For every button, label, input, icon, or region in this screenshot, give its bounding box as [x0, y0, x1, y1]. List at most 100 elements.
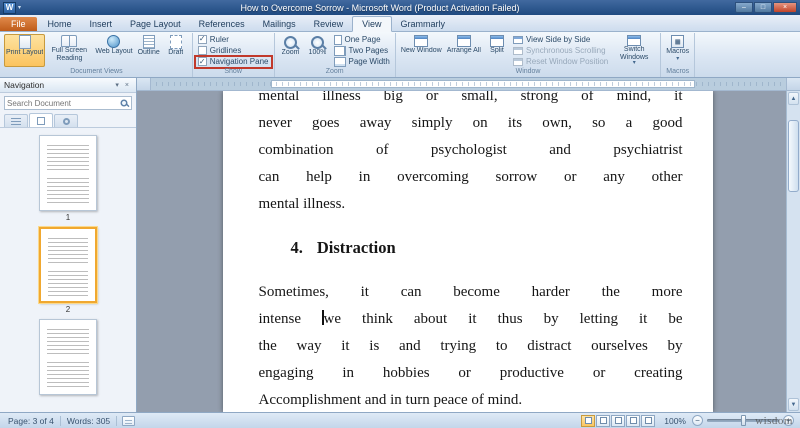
- nav-tab-headings[interactable]: [4, 114, 28, 127]
- scrollbar-track[interactable]: [787, 106, 800, 397]
- paragraph-line: can help in overcoming sorrow or any oth…: [258, 169, 683, 185]
- document-canvas[interactable]: mental illness big or small, strong of m…: [137, 91, 786, 412]
- document-text[interactable]: mental illness big or small, strong of m…: [259, 91, 683, 412]
- macros-label: Macros: [666, 48, 690, 55]
- horizontal-ruler[interactable]: [151, 78, 786, 90]
- page-thumbnail-3[interactable]: [39, 319, 97, 395]
- group-label-window: Window: [515, 68, 541, 75]
- web-layout-icon: [107, 35, 121, 48]
- tab-insert[interactable]: Insert: [81, 17, 122, 31]
- tab-references[interactable]: References: [190, 17, 254, 31]
- vertical-scrollbar[interactable]: ▲ ▼: [786, 91, 800, 412]
- ribbon-group-document-views: Print Layout Full Screen Reading Web Lay…: [1, 33, 193, 77]
- status-print-layout-button[interactable]: [581, 414, 596, 427]
- close-button[interactable]: ×: [773, 2, 797, 13]
- document-page[interactable]: mental illness big or small, strong of m…: [222, 91, 713, 412]
- web-layout-button[interactable]: Web Layout: [93, 34, 134, 67]
- page-thumbnail-1[interactable]: [39, 135, 97, 211]
- navigation-pane-close-icon[interactable]: ×: [122, 82, 132, 89]
- scroll-down-button[interactable]: ▼: [788, 398, 799, 411]
- paragraph-line: Accomplishment and in turn peace of mind…: [258, 392, 523, 408]
- one-page-label: One Page: [344, 35, 381, 44]
- word-app-icon[interactable]: W: [3, 1, 16, 14]
- zoom-label: Zoom: [281, 49, 300, 56]
- navigation-tabs: [0, 113, 136, 128]
- new-window-label: New Window: [400, 47, 442, 54]
- view-side-by-side-button[interactable]: View Side by Side: [511, 34, 610, 45]
- thumbnail-preview-lines: [47, 178, 89, 203]
- navigation-options-caret-icon[interactable]: ▾: [112, 81, 122, 89]
- new-window-button[interactable]: New Window: [399, 34, 444, 67]
- search-box[interactable]: [4, 96, 132, 110]
- ruler-checkbox-box[interactable]: ✓: [197, 34, 207, 44]
- web-layout-label: Web Layout: [95, 48, 133, 55]
- nav-tab-results[interactable]: [54, 114, 78, 127]
- tab-grammarly[interactable]: Grammarly: [392, 17, 455, 31]
- page-thumbnail-2[interactable]: [39, 227, 97, 303]
- search-input[interactable]: [7, 98, 117, 108]
- gridlines-checkbox[interactable]: Gridlines: [196, 45, 244, 55]
- ruler-toggle-button[interactable]: [786, 78, 800, 90]
- draft-label: Draft: [168, 49, 184, 56]
- minimize-button[interactable]: –: [735, 2, 753, 13]
- quick-access-caret-icon[interactable]: ▾: [18, 4, 21, 11]
- tab-page-layout[interactable]: Page Layout: [121, 17, 190, 31]
- split-button[interactable]: Split: [484, 34, 510, 67]
- word-count[interactable]: Words: 305: [61, 415, 118, 426]
- tab-mailings[interactable]: Mailings: [254, 17, 305, 31]
- print-layout-button[interactable]: Print Layout: [4, 34, 46, 67]
- outline-button[interactable]: Outline: [136, 34, 162, 67]
- zoom-slider-thumb[interactable]: [741, 415, 746, 426]
- zoom-100-button[interactable]: 100%: [305, 34, 331, 67]
- reset-window-position-icon: [512, 57, 523, 66]
- tab-view[interactable]: View: [352, 16, 392, 32]
- zoom-out-button[interactable]: −: [692, 415, 703, 426]
- ribbon-view: Print Layout Full Screen Reading Web Lay…: [0, 32, 800, 78]
- tab-selector-box[interactable]: [137, 78, 151, 90]
- status-draft-button[interactable]: [641, 414, 656, 427]
- reset-window-position-button[interactable]: Reset Window Position: [511, 56, 610, 67]
- proofing-status-icon[interactable]: [122, 415, 136, 426]
- print-layout-mini-icon: [584, 417, 592, 424]
- tab-home[interactable]: Home: [39, 17, 81, 31]
- two-pages-button[interactable]: Two Pages: [332, 45, 392, 56]
- one-page-button[interactable]: One Page: [332, 34, 392, 45]
- status-full-screen-button[interactable]: [596, 414, 611, 427]
- thumbnail-page-number: 2: [65, 305, 71, 314]
- tab-review[interactable]: Review: [305, 17, 353, 31]
- page-width-label: Page Width: [348, 57, 390, 66]
- ribbon-group-window: New Window Arrange All Split View Side b…: [396, 33, 662, 77]
- zoom-button[interactable]: Zoom: [278, 34, 304, 67]
- navigation-pane-checkbox[interactable]: ✓ Navigation Pane: [193, 54, 273, 70]
- outline-icon: [142, 35, 155, 49]
- page-width-button[interactable]: Page Width: [332, 56, 392, 67]
- navigation-pane-title: Navigation: [4, 80, 45, 90]
- view-side-by-side-icon: [512, 35, 523, 44]
- page-thumbnails-icon: [37, 116, 45, 125]
- macros-button[interactable]: ▦ Macros ▾: [664, 34, 691, 67]
- zoom-level[interactable]: 100%: [664, 416, 686, 426]
- scroll-up-button[interactable]: ▲: [788, 92, 799, 105]
- maximize-button[interactable]: □: [754, 2, 772, 13]
- draft-button[interactable]: Draft: [163, 34, 189, 67]
- nav-tab-pages[interactable]: [29, 113, 53, 127]
- page-indicator[interactable]: Page: 3 of 4: [2, 415, 61, 426]
- ruler-checkbox-label: Ruler: [209, 34, 229, 44]
- arrange-all-button[interactable]: Arrange All: [445, 34, 483, 67]
- scrollbar-thumb[interactable]: [788, 120, 799, 192]
- ruler-checkbox[interactable]: ✓ Ruler: [196, 34, 231, 44]
- watermark: wisdom: [755, 415, 793, 427]
- navigation-pane-checkbox-box[interactable]: ✓: [197, 57, 207, 67]
- paragraph-line: mental illness.: [258, 196, 346, 212]
- status-outline-button[interactable]: [626, 414, 641, 427]
- gridlines-checkbox-box[interactable]: [197, 45, 207, 55]
- tab-file[interactable]: File: [0, 17, 37, 31]
- status-web-layout-button[interactable]: [611, 414, 626, 427]
- full-screen-mini-icon: [599, 417, 607, 424]
- paragraph-line: Sometimes, it can become harder the more: [258, 284, 683, 300]
- search-icon[interactable]: [120, 99, 128, 107]
- synchronous-scrolling-button[interactable]: Synchronous Scrolling: [511, 45, 610, 56]
- switch-windows-button[interactable]: Switch Windows ▾: [611, 34, 657, 67]
- full-screen-reading-button[interactable]: Full Screen Reading: [46, 34, 92, 67]
- new-window-icon: [414, 35, 429, 47]
